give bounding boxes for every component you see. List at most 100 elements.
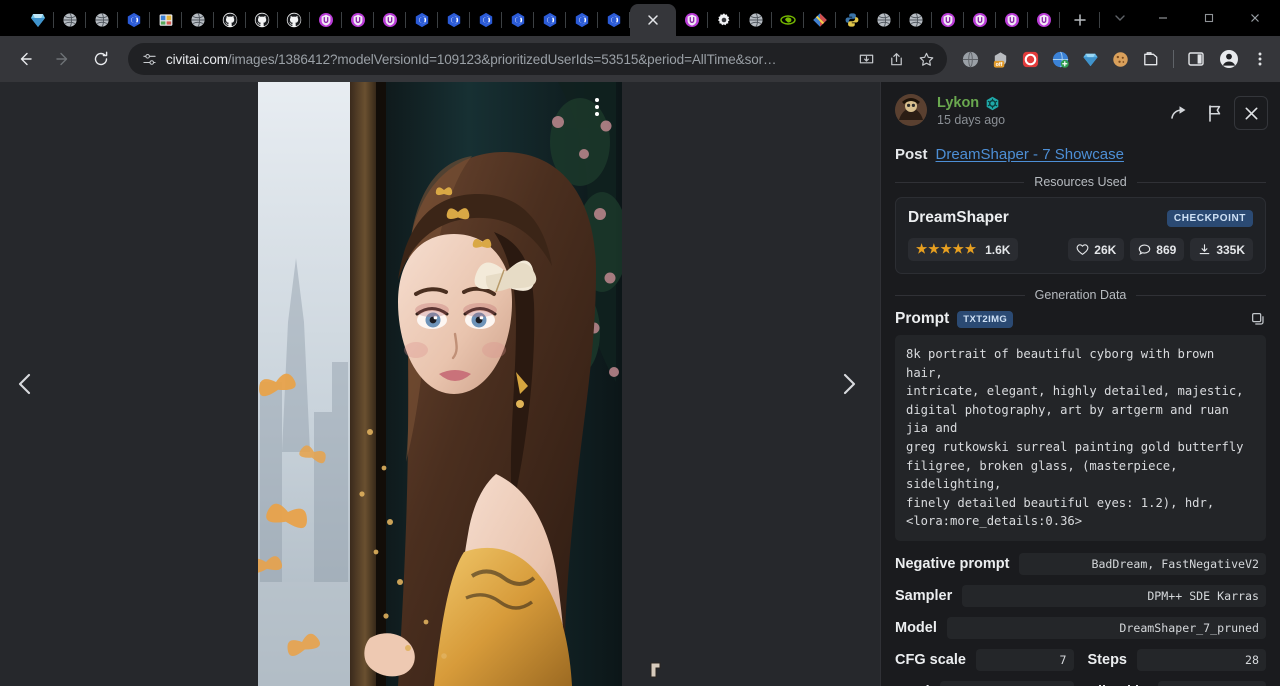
tab-10[interactable] xyxy=(342,4,374,36)
param-row: SamplerDPM++ SDE Karras xyxy=(895,585,1266,607)
close-panel-button[interactable] xyxy=(1234,96,1268,130)
tab-5[interactable] xyxy=(182,4,214,36)
generation-data-body: Prompt TXT2IMG 8k portrait of beautiful … xyxy=(881,310,1280,686)
tab-15[interactable] xyxy=(502,4,534,36)
report-button[interactable] xyxy=(1198,96,1232,130)
address-bar[interactable]: civitai.com/images/1386412?modelVersionI… xyxy=(128,43,947,75)
diamond-ext-button[interactable] xyxy=(1075,44,1105,74)
likes-pill[interactable]: 26K xyxy=(1068,238,1124,261)
github-icon xyxy=(254,12,270,28)
active-tab[interactable] xyxy=(630,4,676,36)
tab-29[interactable] xyxy=(964,4,996,36)
tab-16[interactable] xyxy=(534,4,566,36)
artwork-image[interactable] xyxy=(258,82,622,686)
tab-27[interactable] xyxy=(900,4,932,36)
globe-grey-icon xyxy=(908,12,924,28)
image-options-button[interactable] xyxy=(584,92,610,122)
flag-icon xyxy=(1205,103,1225,123)
reload-button[interactable] xyxy=(84,42,118,76)
tab-14[interactable] xyxy=(470,4,502,36)
tab-23[interactable] xyxy=(772,4,804,36)
star-icon: ★ xyxy=(940,243,951,256)
tab-20[interactable] xyxy=(676,4,708,36)
rating-pill[interactable]: ★ ★ ★ ★ ★ 1.6K xyxy=(908,238,1018,261)
maximize-button[interactable] xyxy=(1186,0,1232,36)
star-rating: ★ ★ ★ ★ ★ xyxy=(916,243,976,256)
tab-30[interactable] xyxy=(996,4,1028,36)
resource-card[interactable]: DreamShaper CHECKPOINT ★ ★ ★ ★ ★ 1.6K xyxy=(895,197,1266,274)
tab-2[interactable] xyxy=(86,4,118,36)
forward-button[interactable] xyxy=(46,42,80,76)
minimize-button[interactable] xyxy=(1140,0,1186,36)
tab-3[interactable] xyxy=(118,4,150,36)
generation-mode-chip: TXT2IMG xyxy=(957,311,1013,328)
copy-prompt-button[interactable] xyxy=(1250,311,1266,327)
close-icon xyxy=(1249,12,1261,24)
tab-4[interactable] xyxy=(150,4,182,36)
tab-8[interactable] xyxy=(278,4,310,36)
tab-9[interactable] xyxy=(310,4,342,36)
tab-search-button[interactable] xyxy=(1100,0,1140,36)
adblock-off-button[interactable]: off xyxy=(985,44,1015,74)
tab-21[interactable] xyxy=(708,4,740,36)
tab-13[interactable] xyxy=(438,4,470,36)
previous-image-button[interactable] xyxy=(4,362,48,406)
tab-0[interactable] xyxy=(22,4,54,36)
install-app-button[interactable] xyxy=(851,45,881,73)
username[interactable]: Lykon xyxy=(937,95,979,111)
tab-11[interactable] xyxy=(374,4,406,36)
tab-26[interactable] xyxy=(868,4,900,36)
post-link[interactable]: DreamShaper - 7 Showcase xyxy=(936,146,1124,163)
param-row-pair: CFG scale7Steps28 xyxy=(895,649,1266,681)
nvidia-icon xyxy=(780,12,796,28)
tab-28[interactable] xyxy=(932,4,964,36)
bookmark-button[interactable] xyxy=(911,45,941,73)
downloads-pill[interactable]: 335K xyxy=(1190,238,1253,261)
comments-pill[interactable]: 869 xyxy=(1130,238,1184,261)
share-button[interactable] xyxy=(881,45,911,73)
civitai-icon xyxy=(478,12,494,28)
cookie-ext-button[interactable] xyxy=(1105,44,1135,74)
ublock-icon xyxy=(1004,12,1020,28)
tab-7[interactable] xyxy=(246,4,278,36)
close-window-button[interactable] xyxy=(1232,0,1278,36)
tab-6[interactable] xyxy=(214,4,246,36)
tab-18[interactable] xyxy=(598,4,630,36)
clipboard-ext-button[interactable] xyxy=(1135,44,1165,74)
site-settings-icon[interactable] xyxy=(138,48,160,70)
param-key: Negative prompt xyxy=(895,556,1009,572)
tab-22[interactable] xyxy=(740,4,772,36)
tab-17[interactable] xyxy=(566,4,598,36)
chevron-down-icon xyxy=(1114,12,1126,24)
github-icon xyxy=(222,12,238,28)
globe-ext-button[interactable] xyxy=(955,44,985,74)
tab-12[interactable] xyxy=(406,4,438,36)
translate-ext-button[interactable] xyxy=(1045,44,1075,74)
tab-24[interactable] xyxy=(804,4,836,36)
record-ext-button[interactable] xyxy=(1015,44,1045,74)
new-tab-button[interactable] xyxy=(1060,4,1100,36)
prompt-text[interactable]: 8k portrait of beautiful cyborg with bro… xyxy=(895,335,1266,541)
generation-section-title: Generation Data xyxy=(881,288,1280,302)
tab-25[interactable] xyxy=(836,4,868,36)
likes-count: 26K xyxy=(1094,243,1116,257)
profile-button[interactable] xyxy=(1212,44,1246,74)
tab-1[interactable] xyxy=(54,4,86,36)
mouse-cursor xyxy=(650,662,668,684)
svg-text:off: off xyxy=(995,61,1002,67)
extensions-tray: off xyxy=(953,43,1167,75)
tab-31[interactable] xyxy=(1028,4,1060,36)
hexagon-badge-icon xyxy=(985,96,1000,111)
next-image-button[interactable] xyxy=(826,362,870,406)
share-post-button[interactable] xyxy=(1162,96,1196,130)
avatar[interactable] xyxy=(895,94,927,126)
profile-icon xyxy=(1219,49,1239,69)
maximize-icon xyxy=(1203,12,1215,24)
toolbar-divider xyxy=(1173,50,1174,68)
chevron-right-icon xyxy=(835,371,861,397)
close-icon xyxy=(645,12,661,28)
browser-menu-button[interactable] xyxy=(1246,44,1274,74)
ublock-icon xyxy=(1036,12,1052,28)
side-panel-button[interactable] xyxy=(1180,44,1212,74)
back-button[interactable] xyxy=(8,42,42,76)
